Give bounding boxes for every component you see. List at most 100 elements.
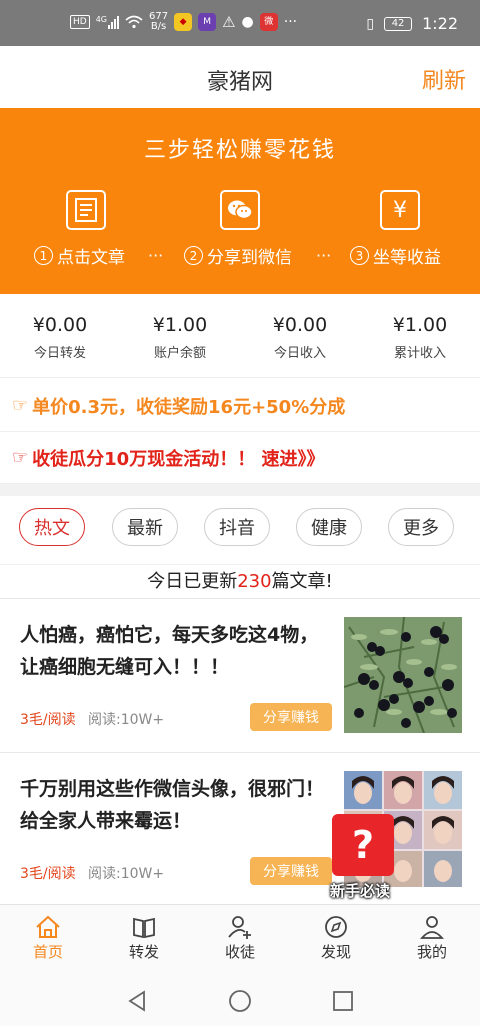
update-suffix: 篇文章! [271,571,333,592]
step-3: 3 坐等收益 [350,243,441,268]
app-notification-icon: M [198,13,217,31]
warning-icon: ⚠ [222,13,236,31]
stat-label: 累计收入 [393,346,446,361]
network-indicator: 4G [96,15,119,29]
stat-value: ¥1.00 [152,314,208,336]
stat-today-forward[interactable]: ¥0.00 今日转发 [0,314,120,361]
notice-reward[interactable]: ☞ 单价0.3元，收徒奖励16元+50%分成 [0,380,480,432]
nav-profile[interactable]: 我的 [384,913,480,962]
article-reads: 阅读:10W+ [88,866,165,882]
update-count: 230 [237,571,272,592]
compass-icon [288,913,384,941]
step-number: 3 [350,246,369,265]
app-notification-icon: ◆ [174,13,193,31]
step-label: 分享到微信 [207,248,292,268]
wechat-icon [220,190,260,230]
network-type: 4G [95,15,107,24]
nav-discover[interactable]: 发现 [288,913,384,962]
stat-value: ¥1.00 [392,314,448,336]
notice-text: 收徒瓜分10万现金活动！！ 速进》》 [32,448,325,470]
update-count-banner: 今日已更新230篇文章! [0,564,480,598]
category-tabs: 热文 最新 抖音 健康 更多 [0,496,480,564]
step-1: 1 点击文章 [34,243,125,268]
step-2: 2 分享到微信 [184,243,292,268]
question-icon: ? [332,814,394,876]
stat-today-income[interactable]: ¥0.00 今日收入 [240,314,360,361]
recents-icon[interactable] [332,990,354,1012]
nav-recruit[interactable]: 收徒 [192,913,288,962]
article-price: 3毛/阅读 [20,866,76,882]
status-left: HD 4G 677 B/s ◆ M ⚠ ● 微 ··· [70,12,297,32]
share-earn-button[interactable]: 分享赚钱 [250,703,332,731]
signal-icon [108,15,119,29]
section-divider [0,484,480,496]
article-reads: 阅读:10W+ [88,712,165,728]
article-icon [66,190,106,230]
step-label: 点击文章 [57,248,125,268]
nav-label: 转发 [128,943,159,961]
tab-more[interactable]: 更多 [388,508,454,546]
yen-symbol: ¥ [393,197,407,223]
book-icon [96,913,192,941]
status-right: ▯ 42 1:22 [366,14,458,33]
earnings-stats: ¥0.00 今日转发 ¥1.00 账户余额 ¥0.00 今日收入 ¥1.00 累… [0,294,480,378]
stat-balance[interactable]: ¥1.00 账户余额 [120,314,240,361]
nav-label: 我的 [416,943,447,961]
pointing-hand-icon: ☞ [12,395,29,416]
wifi-icon [125,15,143,29]
step-separator: ··· [316,246,332,265]
back-icon[interactable] [126,990,148,1012]
home-circle-icon[interactable] [228,989,252,1013]
nav-label: 首页 [32,943,63,961]
beginner-guide-label: 新手必读 [330,882,391,900]
battery-icon: 42 [384,16,413,31]
wechat-notification-icon: ● [241,14,254,30]
notice-activity[interactable]: ☞ 收徒瓜分10万现金活动！！ 速进》》 [0,432,480,484]
clock: 1:22 [422,14,458,33]
hd-indicator: HD [70,15,90,29]
beginner-guide-button[interactable]: ? 新手必读 [330,814,398,900]
system-navigation [0,974,480,1026]
berries-photo-icon[interactable] [344,617,462,733]
person-icon [384,913,480,941]
step-number: 2 [184,246,203,265]
promo-banner: 三步轻松赚零花钱 ¥ 1 点击文章 ··· 2 分享到微信 ··· 3 坐等收益 [0,108,480,294]
nav-forward[interactable]: 转发 [96,913,192,962]
stat-value: ¥0.00 [32,314,88,336]
question-mark: ? [351,823,375,867]
step-label: 坐等收益 [373,248,441,268]
network-speed: 677 B/s [149,12,168,32]
nav-label: 收徒 [224,943,255,961]
page-title: 豪猪网 [206,70,273,95]
article-card[interactable]: 人怕癌，癌怕它，每天多吃这4物，让癌细胞无缝可入！！！ 3毛/阅读 阅读:10W… [0,598,480,750]
stat-label: 今日转发 [33,346,86,361]
bottom-navigation: 首页 转发 收徒 发现 我的 [0,904,480,974]
update-prefix: 今日已更新 [147,571,238,592]
tab-health[interactable]: 健康 [296,508,362,546]
app-header: 豪猪网 刷新 [0,46,480,108]
tab-hot[interactable]: 热文 [19,508,85,546]
status-bar: HD 4G 677 B/s ◆ M ⚠ ● 微 ··· ▯ 42 1:22 [0,0,480,46]
article-title[interactable]: 人怕癌，癌怕它，每天多吃这4物，让癌细胞无缝可入！！！ [20,619,330,683]
stat-label: 今日收入 [273,346,326,361]
yen-icon: ¥ [380,190,420,230]
article-card[interactable]: 千万别用这些作微信头像，很邪门！给全家人带来霉运！ 3毛/阅读 阅读:10W+ … [0,752,480,904]
notice-text: 单价0.3元，收徒奖励16元+50%分成 [32,396,346,418]
app-notification-icon: 微 [259,13,278,31]
add-user-icon [192,913,288,941]
nav-label: 发现 [320,943,351,961]
tab-latest[interactable]: 最新 [112,508,178,546]
more-notifications-icon: ··· [283,14,298,30]
article-price: 3毛/阅读 [20,712,76,728]
step-number: 1 [34,246,53,265]
stat-label: 账户余额 [153,346,206,361]
article-title[interactable]: 千万别用这些作微信头像，很邪门！给全家人带来霉运！ [20,773,330,837]
refresh-button[interactable]: 刷新 [422,63,466,95]
home-icon [0,913,96,941]
nav-home[interactable]: 首页 [0,913,96,962]
step-separator: ··· [148,246,164,265]
tab-douyin[interactable]: 抖音 [204,508,270,546]
banner-slogan: 三步轻松赚零花钱 [143,138,336,163]
stat-total-income[interactable]: ¥1.00 累计收入 [360,314,480,361]
share-earn-button[interactable]: 分享赚钱 [250,857,332,885]
